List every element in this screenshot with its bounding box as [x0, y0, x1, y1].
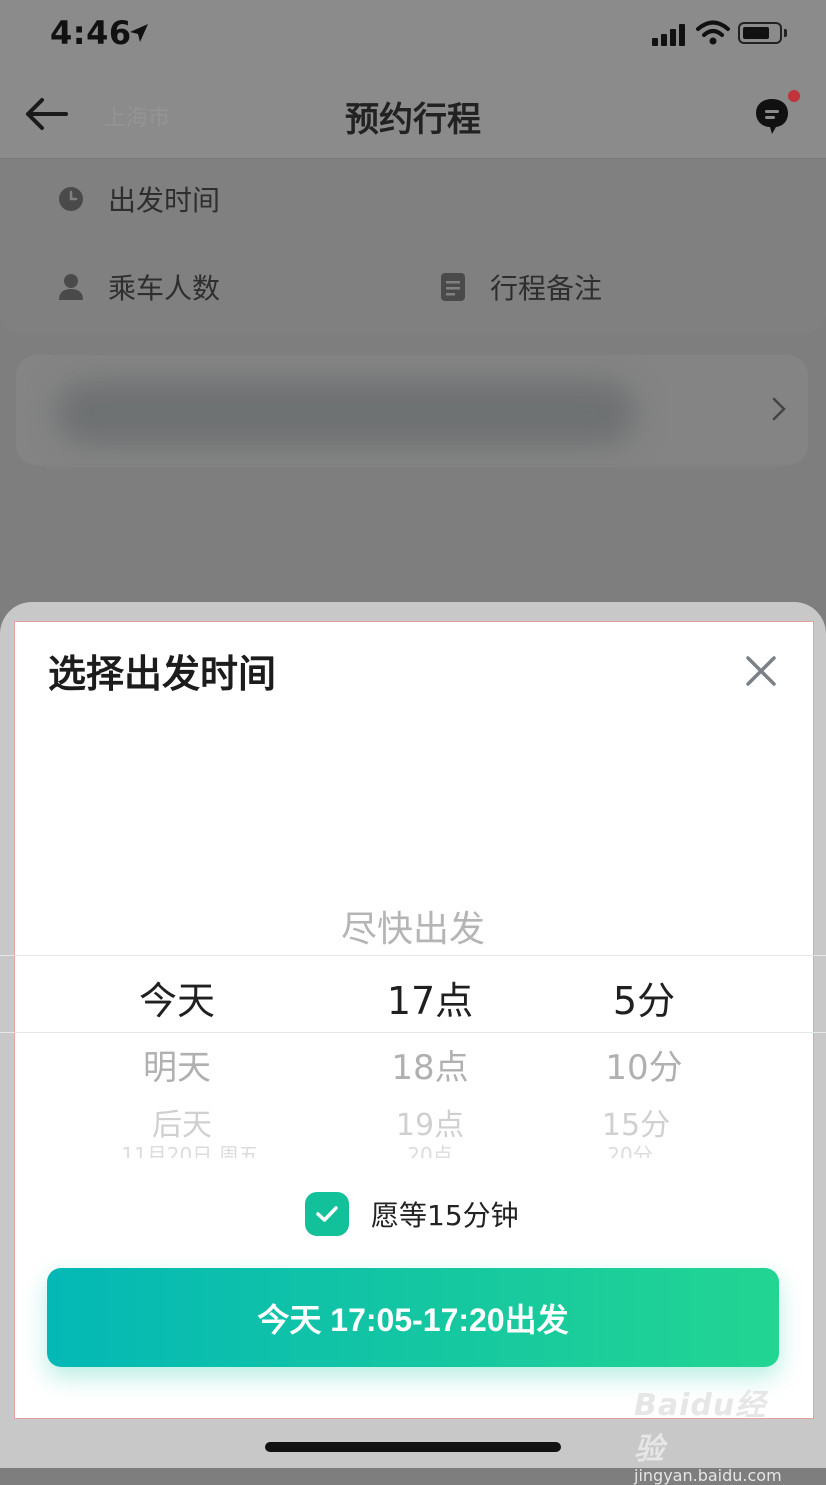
wait-label: 愿等15分钟	[371, 1199, 519, 1232]
clock-icon	[58, 186, 84, 212]
status-bar: 4:46	[0, 0, 826, 70]
day-option[interactable]: 11月20日 周五	[40, 1142, 340, 1158]
location-arrow-icon	[130, 24, 148, 42]
minute-option[interactable]: 20分	[530, 1142, 730, 1158]
asap-option[interactable]: 尽快出发	[0, 900, 826, 952]
watermark: Baidu经验 jingyan.baidu.com	[634, 1380, 794, 1485]
person-icon	[58, 274, 84, 300]
hour-option[interactable]: 20点	[330, 1142, 530, 1158]
status-time: 4:46	[50, 14, 132, 52]
wifi-icon	[696, 20, 730, 45]
trip-form: 出发时间 乘车人数 行程备注	[0, 159, 826, 334]
nav-bar: 上海市 预约行程	[0, 70, 826, 159]
sheet-title: 选择出发时间	[48, 652, 277, 696]
minute-option-selected[interactable]: 5分	[544, 970, 744, 1025]
watermark-url: jingyan.baidu.com	[634, 1466, 782, 1485]
message-icon[interactable]	[754, 96, 790, 136]
selection-top-line	[0, 955, 826, 956]
hour-option[interactable]: 18点	[330, 1040, 530, 1089]
passengers-row[interactable]: 乘车人数	[58, 267, 220, 307]
day-option[interactable]: 后天	[62, 1100, 302, 1144]
blurred-info-card[interactable]	[16, 355, 808, 465]
checkbox[interactable]	[305, 1192, 349, 1236]
minute-option[interactable]: 10分	[544, 1040, 744, 1089]
checkmark-icon	[316, 1206, 338, 1222]
passengers-label: 乘车人数	[108, 272, 221, 305]
watermark-brand: Baidu经验	[634, 1388, 767, 1467]
cellular-signal-icon	[652, 22, 685, 46]
selection-bottom-line	[0, 1032, 826, 1033]
battery-icon	[738, 22, 787, 44]
minute-option[interactable]: 15分	[536, 1100, 736, 1144]
note-icon	[440, 273, 466, 301]
hour-option-selected[interactable]: 17点	[330, 970, 530, 1025]
home-indicator[interactable]	[265, 1442, 561, 1452]
wait-15-min-toggle[interactable]: 愿等15分钟	[305, 1192, 519, 1236]
day-option[interactable]: 明天	[62, 1040, 292, 1089]
divider	[46, 466, 782, 467]
trip-note-row[interactable]: 行程备注	[440, 267, 602, 307]
day-option-selected[interactable]: 今天	[62, 970, 292, 1025]
departure-time-label: 出发时间	[108, 184, 221, 217]
trip-note-label: 行程备注	[490, 272, 603, 305]
notification-dot	[788, 90, 800, 102]
departure-time-row[interactable]: 出发时间	[58, 179, 220, 219]
hour-option[interactable]: 19点	[330, 1100, 530, 1144]
chevron-right-icon	[772, 397, 786, 421]
close-icon[interactable]	[744, 654, 778, 688]
confirm-departure-button[interactable]: 今天 17:05-17:20出发	[47, 1268, 779, 1367]
page-title: 预约行程	[345, 100, 481, 140]
